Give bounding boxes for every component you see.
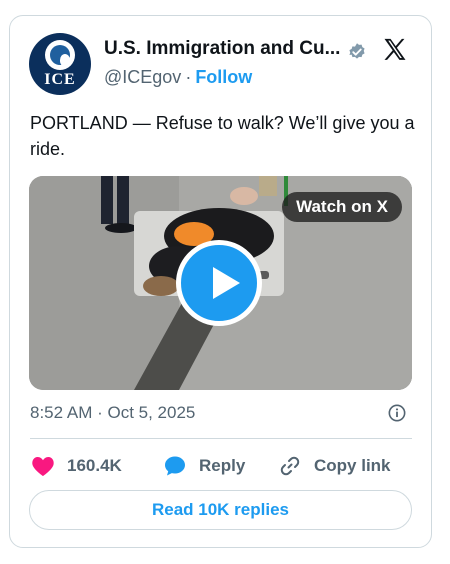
avatar[interactable]: ICE <box>29 33 91 95</box>
embedded-post-card: ICE U.S. Immigration and Cu... @ICEgov · F… <box>9 15 432 548</box>
reply-bubble-icon <box>165 456 185 476</box>
heart-icon <box>32 457 54 476</box>
link-icon <box>280 456 300 476</box>
watch-on-x-button[interactable]: Watch on X <box>282 192 402 222</box>
account-handle-row: @ICEgov · Follow <box>104 67 252 88</box>
like-count: 160.4K <box>67 456 122 475</box>
account-name[interactable]: U.S. Immigration and Cu... <box>104 38 340 60</box>
divider <box>30 438 412 439</box>
post-text: PORTLAND — Refuse to walk? We’ll give yo… <box>30 113 415 159</box>
follow-button[interactable]: Follow <box>195 67 252 87</box>
play-icon[interactable] <box>176 240 262 326</box>
x-logo-icon[interactable] <box>381 36 409 64</box>
post-timestamp[interactable]: 8:52 AM · Oct 5, 2025 <box>30 403 195 423</box>
reply-button[interactable]: Reply <box>163 453 245 479</box>
copy-link-button[interactable]: Copy link <box>278 453 391 479</box>
dhs-seal-icon <box>45 40 75 70</box>
video-thumbnail[interactable]: Watch on X <box>29 176 412 390</box>
separator-dot: · <box>185 67 192 87</box>
info-icon[interactable] <box>388 404 406 422</box>
avatar-text: ICE <box>44 71 76 88</box>
read-replies-button[interactable]: Read 10K replies <box>29 490 412 530</box>
reply-label: Reply <box>199 456 246 475</box>
verified-badge-icon <box>349 43 365 59</box>
copy-link-label: Copy link <box>314 456 391 475</box>
account-handle[interactable]: @ICEgov <box>104 67 181 87</box>
like-button[interactable]: 160.4K <box>31 453 122 479</box>
